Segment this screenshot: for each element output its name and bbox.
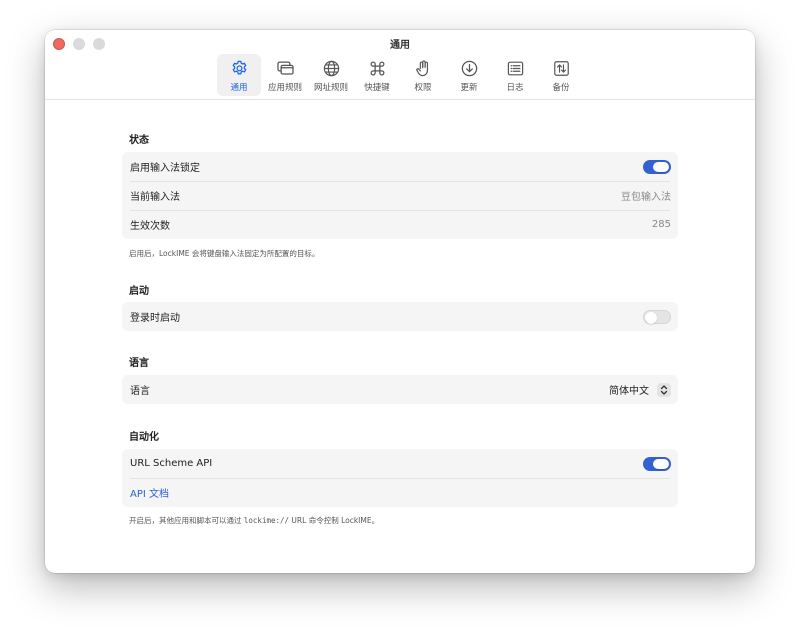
tab-label: 备份 bbox=[552, 83, 570, 93]
download-icon bbox=[461, 60, 477, 77]
automation-note-suffix: URL 命令控制 LockIME。 bbox=[289, 516, 380, 525]
status-group: 启用输入法锁定 当前输入法 豆包输入法 生效次数 285 bbox=[122, 152, 678, 239]
url-scheme-row: URL Scheme API bbox=[122, 449, 678, 478]
chevron-updown-icon bbox=[657, 382, 671, 397]
tab-label: 网址规则 bbox=[313, 83, 348, 93]
status-note: 启用后，LockIME 会将键盘输入法固定为所配置的目标。 bbox=[129, 249, 320, 258]
gear-icon bbox=[232, 60, 246, 75]
tab-label: 日志 bbox=[506, 83, 524, 93]
automation-group: URL Scheme API API 文档 bbox=[122, 449, 678, 507]
url-scheme-label: URL Scheme API bbox=[130, 458, 213, 469]
language-label: 语言 bbox=[130, 386, 150, 397]
tab-label: 更新 bbox=[460, 83, 478, 93]
ime-lock-label: 启用输入法锁定 bbox=[130, 163, 200, 174]
tab-app-rules[interactable]: 应用规则 bbox=[263, 54, 307, 96]
section-title-language: 语言 bbox=[129, 358, 149, 369]
toggle-knob bbox=[645, 311, 657, 324]
automation-note-prefix: 开启后，其他应用和脚本可以通过 bbox=[129, 516, 244, 525]
section-title-startup: 启动 bbox=[129, 286, 149, 297]
count-label: 生效次数 bbox=[130, 221, 170, 232]
windows-icon bbox=[276, 61, 294, 75]
count-row: 生效次数 285 bbox=[122, 210, 678, 239]
login-start-toggle[interactable] bbox=[643, 309, 671, 324]
hand-icon bbox=[415, 60, 428, 77]
url-scheme-code: lockime:// bbox=[243, 516, 290, 525]
settings-content: 状态 启用输入法锁定 当前输入法 豆包输入法 生效次数 285 启用后，Lock… bbox=[45, 101, 755, 573]
language-row: 语言 简体中文 bbox=[122, 375, 678, 404]
count-value: 285 bbox=[651, 219, 671, 230]
language-group: 语言 简体中文 bbox=[122, 375, 678, 404]
api-docs-row: API 文档 bbox=[122, 478, 678, 507]
tab-url-rules[interactable]: 网址规则 bbox=[309, 54, 353, 96]
title-bar: 通用 通用 应用规则 网址规则 快捷键 权限 更新 日志 备份 bbox=[45, 30, 755, 100]
tab-general[interactable]: 通用 bbox=[217, 54, 261, 96]
command-icon bbox=[370, 61, 384, 76]
language-select[interactable]: 简体中文 bbox=[609, 382, 671, 397]
current-ime-value: 豆包输入法 bbox=[621, 192, 671, 203]
language-value: 简体中文 bbox=[609, 386, 649, 397]
backup-icon bbox=[553, 61, 569, 76]
settings-toolbar: 通用 应用规则 网址规则 快捷键 权限 更新 日志 备份 bbox=[45, 54, 755, 96]
tab-label: 应用规则 bbox=[267, 83, 302, 93]
current-ime-row: 当前输入法 豆包输入法 bbox=[122, 181, 678, 210]
toggle-knob bbox=[653, 161, 669, 172]
tab-permissions[interactable]: 权限 bbox=[401, 54, 445, 96]
ime-lock-toggle[interactable] bbox=[643, 159, 671, 174]
tab-updates[interactable]: 更新 bbox=[447, 54, 491, 96]
startup-group: 登录时启动 bbox=[122, 302, 678, 331]
login-start-label: 登录时启动 bbox=[130, 313, 180, 324]
tab-backup[interactable]: 备份 bbox=[539, 54, 583, 96]
current-ime-label: 当前输入法 bbox=[130, 192, 180, 203]
tab-label: 快捷键 bbox=[364, 83, 390, 93]
tab-logs[interactable]: 日志 bbox=[493, 54, 537, 96]
log-icon bbox=[507, 61, 523, 76]
toggle-knob bbox=[653, 458, 669, 469]
automation-note: 开启后，其他应用和脚本可以通过 lockime:// URL 命令控制 Lock… bbox=[129, 515, 379, 526]
tab-label: 通用 bbox=[230, 83, 248, 93]
section-title-automation: 自动化 bbox=[129, 432, 159, 443]
ime-lock-row: 启用输入法锁定 bbox=[122, 152, 678, 181]
globe-icon bbox=[323, 60, 339, 77]
tab-shortcuts[interactable]: 快捷键 bbox=[355, 54, 399, 96]
section-title-status: 状态 bbox=[129, 135, 149, 146]
tab-label: 权限 bbox=[414, 83, 432, 93]
login-start-row: 登录时启动 bbox=[122, 302, 678, 331]
api-docs-link[interactable]: API 文档 bbox=[130, 485, 169, 500]
url-scheme-toggle[interactable] bbox=[643, 456, 671, 471]
window-title: 通用 bbox=[390, 40, 410, 51]
settings-window: 通用 通用 应用规则 网址规则 快捷键 权限 更新 日志 备份 状态 启用输入法… bbox=[45, 30, 755, 573]
